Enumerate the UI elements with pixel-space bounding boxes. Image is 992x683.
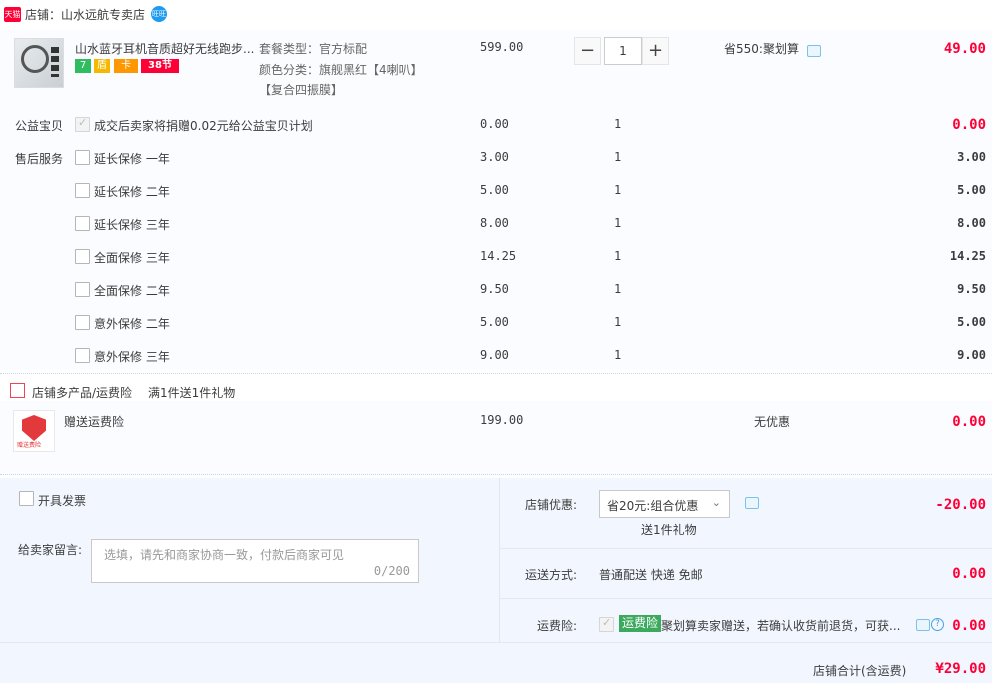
service-qty: 1: [614, 348, 622, 362]
sku-color: 颜色分类：旗舰黑红【4喇叭】: [259, 63, 423, 77]
service-price: 14.25: [480, 249, 517, 263]
service-qty: 1: [614, 249, 622, 263]
charity-label: 公益宝贝: [15, 119, 64, 133]
service-price: 3.00: [480, 150, 509, 164]
coupon-select[interactable]: 省20元:组合优惠 ⌄: [599, 490, 730, 518]
service-qty: 1: [614, 282, 622, 296]
insure-label: 运费险:: [536, 619, 577, 633]
divider: [499, 548, 992, 549]
gift-item-discount: 无优惠: [754, 415, 791, 429]
shop-total-label: 店铺合计(含运费): [813, 664, 907, 678]
wangwang-chat-icon[interactable]: 旺旺: [151, 6, 167, 22]
memo-label: 给卖家留言:: [18, 543, 83, 557]
service-total: 5.00: [957, 183, 986, 197]
service-qty: 1: [614, 183, 622, 197]
chat-bubble-icon[interactable]: [807, 45, 821, 57]
chevron-down-icon: ⌄: [711, 496, 721, 509]
quantity-input[interactable]: 1: [604, 37, 642, 65]
freight-image-caption: 赠送费险: [17, 442, 42, 449]
service-checkbox[interactable]: [75, 282, 90, 297]
product-title-link[interactable]: 山水蓝牙耳机音质超好无线跑步...: [75, 40, 255, 57]
shop-header: [0, 0, 992, 30]
service-qty: 1: [614, 315, 622, 329]
service-price: 8.00: [480, 216, 509, 230]
service-name: 全面保修 二年: [94, 284, 170, 298]
quantity-minus-button[interactable]: −: [574, 37, 601, 65]
service-name: 全面保修 三年: [94, 251, 170, 265]
coupon-selected-value: 省20元:组合优惠: [607, 499, 699, 513]
shipping-method: 普通配送 快递 免邮: [599, 568, 703, 582]
freight-insurance-image: 赠送费险: [13, 410, 55, 452]
service-name: 意外保修 二年: [94, 317, 170, 331]
service-name: 延长保修 二年: [94, 185, 170, 199]
gift-icon: [10, 383, 25, 398]
festival-38-badge: 38节: [141, 59, 179, 73]
service-total: 14.25: [949, 249, 986, 263]
sku-package: 套餐类型：官方标配: [259, 42, 368, 56]
seven-day-return-icon: 7: [75, 59, 91, 73]
service-total: 9.50: [957, 282, 986, 296]
service-total: 8.00: [957, 216, 986, 230]
shipping-label: 运送方式:: [524, 568, 577, 582]
service-name: 延长保修 一年: [94, 152, 170, 166]
service-price: 0.00: [480, 117, 509, 131]
shop-total-value: ¥29.00: [935, 661, 986, 677]
sku-color-cont: 【复合四振膜】: [259, 83, 344, 97]
unit-price: 599.00: [480, 40, 524, 54]
memo-placeholder: 选填，请先和商家协商一致，付款后商家可见: [104, 548, 345, 562]
after-sale-label: 售后服务: [15, 152, 64, 166]
guarantee-shield-icon: 盾: [94, 59, 110, 73]
service-qty: 1: [614, 117, 622, 131]
service-checkbox[interactable]: [75, 216, 90, 231]
service-checkbox[interactable]: [75, 249, 90, 264]
chat-bubble-icon[interactable]: [916, 619, 930, 631]
shop-name-link[interactable]: 店铺：山水远航专卖店: [25, 6, 145, 23]
product-thumbnail[interactable]: [14, 38, 64, 88]
service-total: 3.00: [957, 150, 986, 164]
insure-tag: 运费险: [619, 615, 662, 632]
gift-item-title: 赠送运费险: [64, 415, 125, 429]
shipping-amount: 0.00: [952, 566, 986, 582]
quantity-plus-button[interactable]: +: [642, 37, 669, 65]
help-icon[interactable]: ?: [931, 618, 944, 631]
divider: [499, 598, 992, 599]
gift-item-price: 199.00: [480, 413, 524, 427]
gift-promo-label: 店铺多产品/运费险: [32, 386, 133, 400]
coupon-gift-text: 送1件礼物: [641, 523, 697, 537]
service-name: 延长保修 三年: [94, 218, 170, 232]
service-name: 成交后卖家将捐赠0.02元给公益宝贝计划: [94, 119, 313, 133]
insure-amount: 0.00: [952, 618, 986, 634]
service-checkbox[interactable]: [75, 348, 90, 363]
tmall-badge-icon: 天猫: [4, 7, 21, 22]
gift-item-total: 0.00: [952, 414, 986, 430]
coupon-amount: -20.00: [935, 497, 986, 513]
credit-card-icon: 卡: [114, 59, 138, 73]
seller-memo-textarea[interactable]: 选填，请先和商家协商一致，付款后商家可见 0/200: [91, 539, 419, 583]
coupon-label: 店铺优惠:: [524, 498, 577, 512]
memo-char-count: 0/200: [373, 564, 410, 578]
promo-text: 省550:聚划算: [724, 42, 799, 56]
service-total: 0.00: [952, 117, 986, 133]
service-price: 9.00: [480, 348, 509, 362]
insure-description: 聚划算卖家赠送，若确认收货前退货，可获...: [661, 619, 901, 633]
gift-promo-text: 满1件送1件礼物: [148, 386, 236, 400]
service-total: 9.00: [957, 348, 986, 362]
charity-checkbox: [75, 116, 90, 132]
service-checkbox[interactable]: [75, 150, 90, 165]
item-subtotal: 49.00: [943, 41, 986, 57]
insure-checkbox: [599, 616, 614, 632]
service-checkbox[interactable]: [75, 183, 90, 198]
chat-bubble-icon[interactable]: [745, 497, 759, 509]
service-price: 5.00: [480, 183, 509, 197]
service-total: 5.00: [957, 315, 986, 329]
service-qty: 1: [614, 216, 622, 230]
invoice-label: 开具发票: [38, 494, 87, 508]
service-name: 意外保修 三年: [94, 350, 170, 364]
service-price: 9.50: [480, 282, 509, 296]
invoice-checkbox[interactable]: [19, 491, 34, 506]
service-checkbox[interactable]: [75, 315, 90, 330]
service-price: 5.00: [480, 315, 509, 329]
service-qty: 1: [614, 150, 622, 164]
